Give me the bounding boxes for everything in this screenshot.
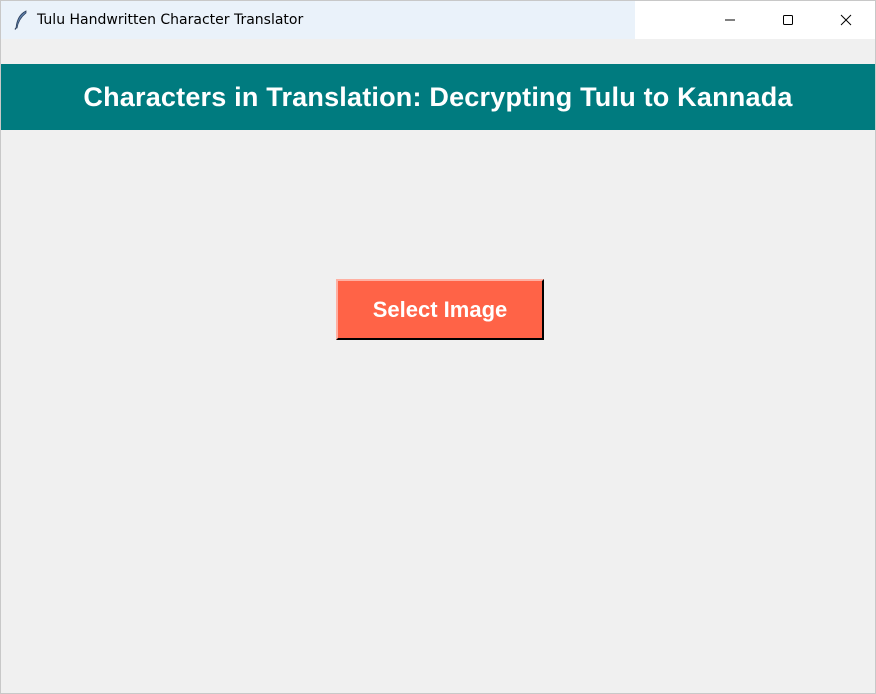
window-title: Tulu Handwritten Character Translator — [37, 12, 304, 28]
select-image-button[interactable]: Select Image — [336, 279, 544, 340]
window-controls — [701, 1, 875, 39]
app-window: Tulu Handwritten Character Translator Ch… — [0, 0, 876, 694]
maximize-button[interactable] — [759, 1, 817, 39]
minimize-icon — [725, 19, 735, 21]
page-title: Characters in Translation: Decrypting Tu… — [83, 81, 793, 112]
minimize-button[interactable] — [701, 1, 759, 39]
close-button[interactable] — [817, 1, 875, 39]
close-icon — [840, 14, 852, 26]
title-bar: Tulu Handwritten Character Translator — [1, 1, 875, 39]
feather-icon — [13, 10, 29, 30]
header-banner: Characters in Translation: Decrypting Tu… — [1, 64, 875, 130]
maximize-icon — [783, 15, 793, 25]
